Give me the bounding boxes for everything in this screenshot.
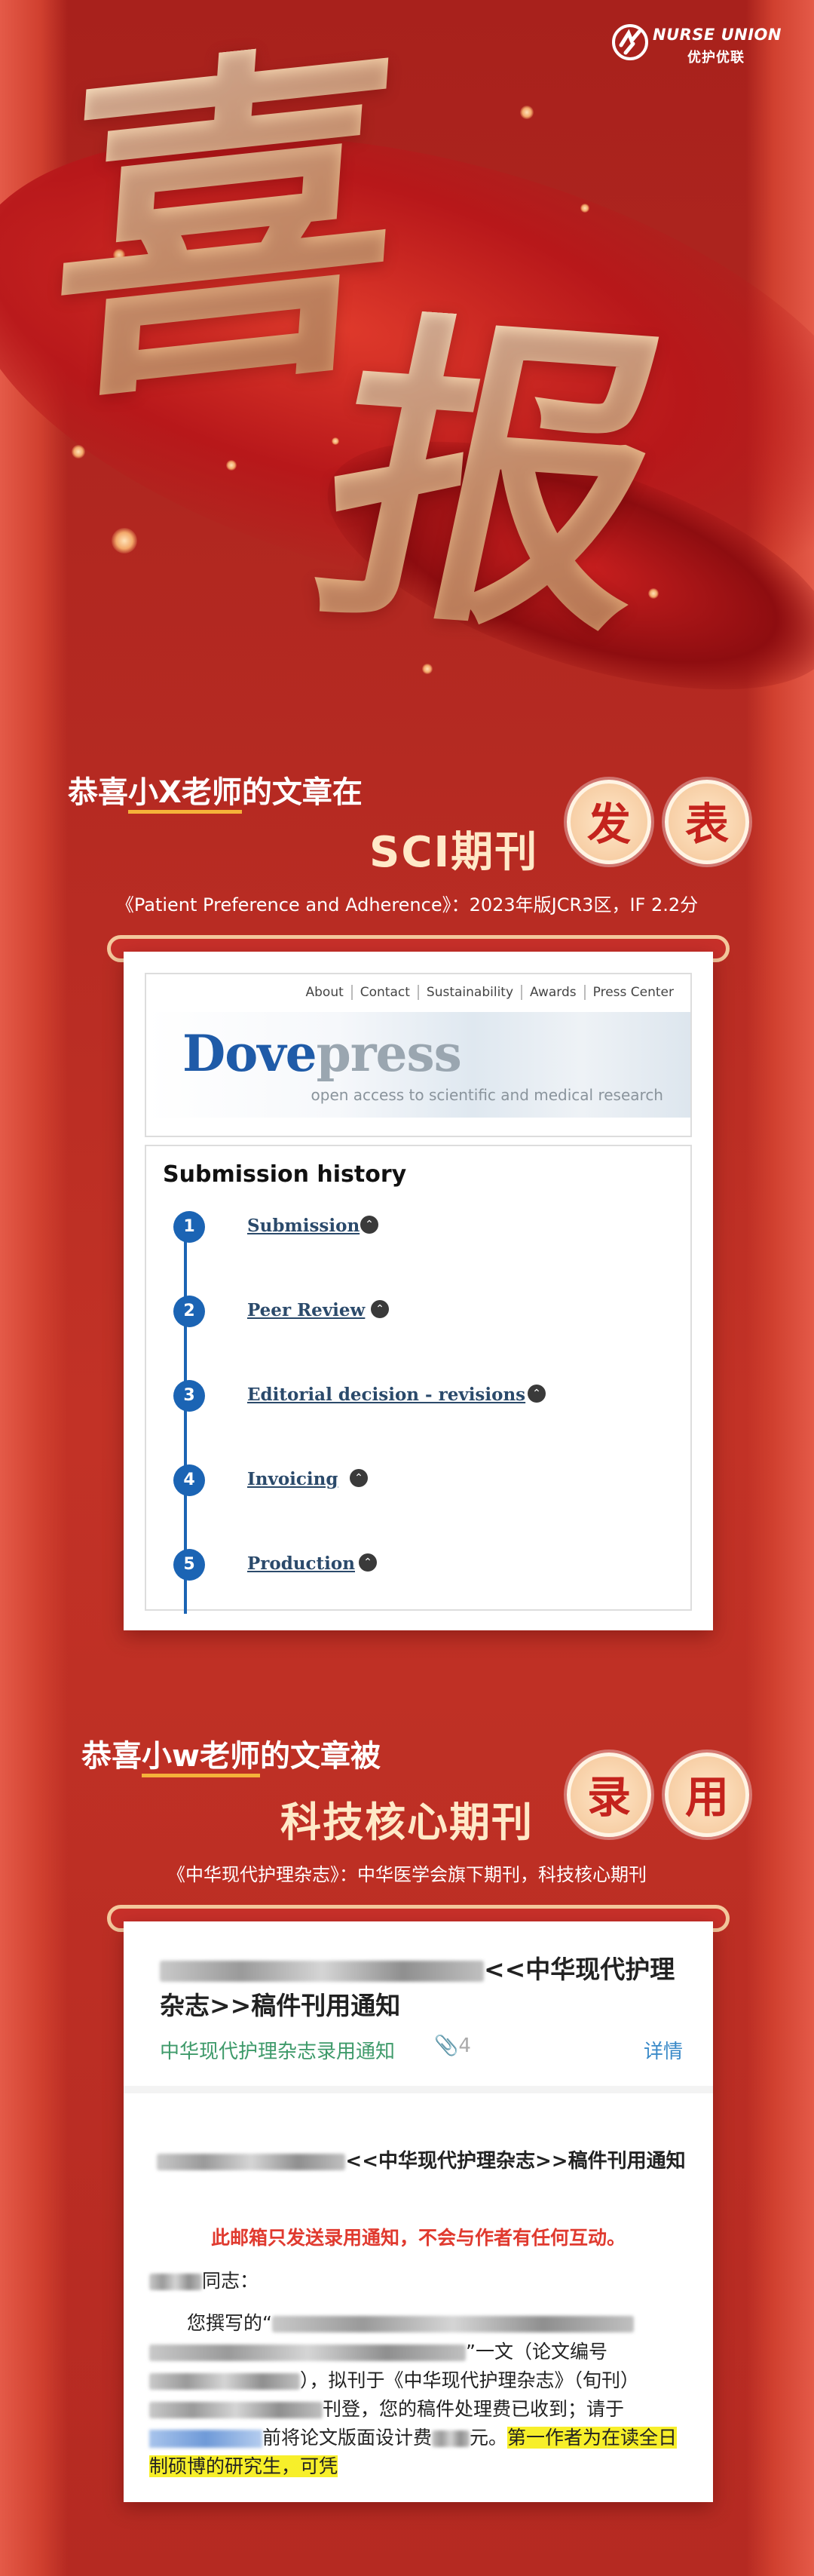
section2-subtitle: 《中华现代护理杂志》：中华医学会旗下期刊，科技核心期刊 — [167, 1864, 647, 1885]
redacted-text — [149, 2373, 300, 2390]
chevron-up-icon[interactable]: ⌃ — [360, 1216, 378, 1234]
chevron-up-icon[interactable]: ⌃ — [371, 1300, 389, 1318]
chevron-up-icon[interactable]: ⌃ — [350, 1469, 368, 1487]
sparkle — [520, 106, 534, 119]
step-label[interactable]: Submission — [247, 1216, 360, 1236]
redacted-text — [149, 2344, 466, 2361]
email-subject: 中华现代护理杂志录用通知 — [160, 2041, 396, 2063]
redacted-text — [271, 2316, 634, 2332]
dovepress-screenshot-card: About Contact Sustainability Awards Press Ce… — [124, 952, 713, 1630]
acceptance-email-card: <<中华现代护理杂志>>稿件刊用通知 中华现代护理杂志录用通知 📎4 详情 <<… — [124, 1921, 713, 2502]
nav-sustainability[interactable]: Sustainability — [417, 985, 522, 1000]
step-number: 4 — [173, 1464, 205, 1496]
sparkle — [112, 528, 137, 554]
detail-link[interactable]: 详情 — [644, 2036, 683, 2064]
step-number: 3 — [173, 1380, 205, 1412]
hero-char-bao: 报 — [292, 279, 696, 678]
paperclip-icon: 📎 — [434, 2035, 459, 2057]
nurse-union-logo-icon — [612, 24, 648, 60]
sparkle — [580, 204, 589, 213]
chevron-up-icon[interactable]: ⌃ — [359, 1553, 377, 1572]
teacher-name: 小X老师 — [128, 775, 242, 814]
badge-lu: 录 — [567, 1753, 651, 1837]
badge-yong: 用 — [665, 1753, 749, 1837]
section1-subtitle: 《Patient Preference and Adherence》：2023年… — [115, 894, 699, 915]
notice-greeting: 同志： — [149, 2267, 692, 2295]
submission-history-panel: Submission history 1 Submission ⌃ 2 Peer… — [145, 1145, 692, 1614]
nav-press-center[interactable]: Press Center — [583, 985, 681, 1000]
nav-contact[interactable]: Contact — [350, 985, 418, 1000]
dovepress-logo: Dovepress — [182, 1024, 462, 1083]
step-number: 1 — [173, 1211, 205, 1243]
step-label[interactable]: Peer Review — [247, 1300, 365, 1320]
nav-awards[interactable]: Awards — [521, 985, 584, 1000]
section1-headline: 恭喜小X老师的文章在 — [68, 768, 363, 814]
redacted-text — [432, 2430, 470, 2447]
redacted-text — [160, 1960, 484, 1982]
section2-headline: 恭喜小w老师的文章被 — [81, 1731, 381, 1777]
dovepress-tagline: open access to scientific and medical re… — [311, 1086, 663, 1104]
notice-heading: <<中华现代护理杂志>>稿件刊用通知 — [154, 2148, 689, 2176]
poster: NURSE UNION 优护优联 喜 报 恭喜小X老师的文章在 SCI期刊 发 … — [0, 0, 814, 2576]
step-label[interactable]: Invoicing — [247, 1469, 338, 1489]
step-number: 2 — [173, 1296, 205, 1327]
chevron-up-icon[interactable]: ⌃ — [528, 1385, 546, 1403]
email-title: <<中华现代护理杂志>>稿件刊用通知 — [160, 1955, 675, 2020]
sparkle — [648, 588, 659, 599]
attachment-count[interactable]: 📎4 — [434, 2035, 471, 2057]
redacted-link — [149, 2430, 262, 2448]
brand-logo: NURSE UNION 优护优联 — [610, 21, 791, 66]
sparkle — [226, 460, 237, 471]
redacted-text — [157, 2153, 346, 2170]
brand-name-cn: 优护优联 — [687, 50, 745, 66]
badge-biao: 表 — [665, 780, 749, 864]
redacted-text — [149, 2402, 323, 2418]
section2-journal-type: 科技核心期刊 — [280, 1799, 534, 1846]
submission-history-title: Submission history — [163, 1161, 407, 1188]
notice-body: 您撰写的“”一文（论文编号），拟刊于《中华现代护理杂志》（旬刊）刊登，您的稿件处… — [149, 2312, 678, 2477]
notice-warning: 此邮箱只发送录用通知，不会与作者有任何互动。 — [210, 2227, 626, 2249]
sparkle — [422, 664, 433, 674]
section1-journal-type: SCI期刊 — [369, 828, 539, 877]
step-label[interactable]: Editorial decision - revisions — [247, 1385, 525, 1405]
redacted-text — [149, 2274, 202, 2290]
badge-fa: 发 — [567, 780, 651, 864]
dovepress-nav: About Contact Sustainability Awards Press Ce… — [298, 985, 681, 1000]
step-label[interactable]: Production — [247, 1553, 355, 1574]
divider — [124, 2086, 713, 2093]
brand-name-en: NURSE UNION — [653, 26, 782, 44]
nav-about[interactable]: About — [298, 985, 351, 1000]
dovepress-header: About Contact Sustainability Awards Press Ce… — [145, 973, 692, 1137]
teacher-name: 小w老师 — [142, 1739, 260, 1777]
step-number: 5 — [173, 1549, 205, 1581]
